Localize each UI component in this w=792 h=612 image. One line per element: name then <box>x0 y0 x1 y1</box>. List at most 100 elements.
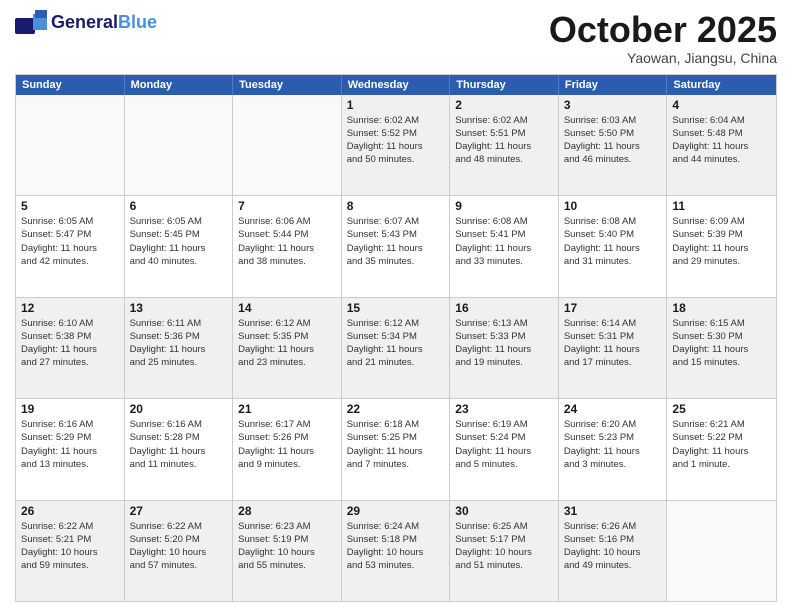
calendar-cell: 9 Sunrise: 6:08 AMSunset: 5:41 PMDaylight… <box>450 196 559 296</box>
calendar-cell: 17 Sunrise: 6:14 AMSunset: 5:31 PMDayligh… <box>559 298 668 398</box>
day-number: 23 <box>455 402 553 416</box>
calendar-cell: 1 Sunrise: 6:02 AMSunset: 5:52 PMDaylight… <box>342 95 451 195</box>
day-number: 30 <box>455 504 553 518</box>
logo-text-blue: Blue <box>118 12 157 32</box>
day-number: 5 <box>21 199 119 213</box>
day-info: Sunrise: 6:20 AMSunset: 5:23 PMDaylight:… <box>564 418 662 471</box>
calendar-week-row: 5 Sunrise: 6:05 AMSunset: 5:47 PMDaylight… <box>16 196 776 297</box>
calendar-header-day: Saturday <box>667 75 776 95</box>
calendar-week-row: 1 Sunrise: 6:02 AMSunset: 5:52 PMDaylight… <box>16 95 776 196</box>
day-number: 27 <box>130 504 228 518</box>
calendar-body: 1 Sunrise: 6:02 AMSunset: 5:52 PMDaylight… <box>16 95 776 601</box>
calendar-cell: 2 Sunrise: 6:02 AMSunset: 5:51 PMDaylight… <box>450 95 559 195</box>
calendar-cell: 22 Sunrise: 6:18 AMSunset: 5:25 PMDayligh… <box>342 399 451 499</box>
day-info: Sunrise: 6:02 AMSunset: 5:52 PMDaylight:… <box>347 114 445 167</box>
day-number: 20 <box>130 402 228 416</box>
calendar-cell: 27 Sunrise: 6:22 AMSunset: 5:20 PMDayligh… <box>125 501 234 601</box>
calendar-cell: 26 Sunrise: 6:22 AMSunset: 5:21 PMDayligh… <box>16 501 125 601</box>
day-number: 6 <box>130 199 228 213</box>
calendar-cell: 31 Sunrise: 6:26 AMSunset: 5:16 PMDayligh… <box>559 501 668 601</box>
day-info: Sunrise: 6:13 AMSunset: 5:33 PMDaylight:… <box>455 317 553 370</box>
month-title: October 2025 <box>549 10 777 50</box>
calendar-cell: 3 Sunrise: 6:03 AMSunset: 5:50 PMDaylight… <box>559 95 668 195</box>
page: GeneralBlue October 2025 Yaowan, Jiangsu… <box>0 0 792 612</box>
calendar-cell: 16 Sunrise: 6:13 AMSunset: 5:33 PMDayligh… <box>450 298 559 398</box>
day-number: 26 <box>21 504 119 518</box>
calendar-cell: 4Sunrise: 6:04 AMSunset: 5:48 PMDaylight… <box>667 95 776 195</box>
day-info: Sunrise: 6:08 AMSunset: 5:40 PMDaylight:… <box>564 215 662 268</box>
calendar-cell <box>667 501 776 601</box>
calendar-cell: 5 Sunrise: 6:05 AMSunset: 5:47 PMDaylight… <box>16 196 125 296</box>
calendar-header-day: Sunday <box>16 75 125 95</box>
day-info: Sunrise: 6:17 AMSunset: 5:26 PMDaylight:… <box>238 418 336 471</box>
logo-text: GeneralBlue <box>51 13 157 31</box>
day-number: 9 <box>455 199 553 213</box>
calendar-cell: 15 Sunrise: 6:12 AMSunset: 5:34 PMDayligh… <box>342 298 451 398</box>
calendar-week-row: 12Sunrise: 6:10 AMSunset: 5:38 PMDayligh… <box>16 298 776 399</box>
day-number: 14 <box>238 301 336 315</box>
day-number: 13 <box>130 301 228 315</box>
calendar-header-day: Tuesday <box>233 75 342 95</box>
calendar-cell: 14Sunrise: 6:12 AMSunset: 5:35 PMDayligh… <box>233 298 342 398</box>
day-info: Sunrise: 6:06 AMSunset: 5:44 PMDaylight:… <box>238 215 336 268</box>
day-info: Sunrise: 6:07 AMSunset: 5:43 PMDaylight:… <box>347 215 445 268</box>
calendar-cell: 24 Sunrise: 6:20 AMSunset: 5:23 PMDayligh… <box>559 399 668 499</box>
day-info: Sunrise: 6:19 AMSunset: 5:24 PMDaylight:… <box>455 418 553 471</box>
header: GeneralBlue October 2025 Yaowan, Jiangsu… <box>15 10 777 66</box>
calendar: SundayMondayTuesdayWednesdayThursdayFrid… <box>15 74 777 602</box>
location: Yaowan, Jiangsu, China <box>549 50 777 66</box>
calendar-cell: 11Sunrise: 6:09 AMSunset: 5:39 PMDayligh… <box>667 196 776 296</box>
day-number: 7 <box>238 199 336 213</box>
day-number: 15 <box>347 301 445 315</box>
day-number: 2 <box>455 98 553 112</box>
day-info: Sunrise: 6:08 AMSunset: 5:41 PMDaylight:… <box>455 215 553 268</box>
title-block: October 2025 Yaowan, Jiangsu, China <box>549 10 777 66</box>
day-number: 24 <box>564 402 662 416</box>
day-info: Sunrise: 6:05 AMSunset: 5:47 PMDaylight:… <box>21 215 119 268</box>
day-number: 31 <box>564 504 662 518</box>
calendar-cell: 13 Sunrise: 6:11 AMSunset: 5:36 PMDayligh… <box>125 298 234 398</box>
day-info: Sunrise: 6:10 AMSunset: 5:38 PMDaylight:… <box>21 317 119 370</box>
day-info: Sunrise: 6:02 AMSunset: 5:51 PMDaylight:… <box>455 114 553 167</box>
day-info: Sunrise: 6:21 AMSunset: 5:22 PMDaylight:… <box>672 418 771 471</box>
calendar-header: SundayMondayTuesdayWednesdayThursdayFrid… <box>16 75 776 95</box>
calendar-cell: 30 Sunrise: 6:25 AMSunset: 5:17 PMDayligh… <box>450 501 559 601</box>
day-number: 16 <box>455 301 553 315</box>
calendar-cell <box>16 95 125 195</box>
day-number: 19 <box>21 402 119 416</box>
calendar-cell: 7 Sunrise: 6:06 AMSunset: 5:44 PMDaylight… <box>233 196 342 296</box>
day-number: 17 <box>564 301 662 315</box>
day-number: 1 <box>347 98 445 112</box>
day-number: 22 <box>347 402 445 416</box>
calendar-cell: 18 Sunrise: 6:15 AMSunset: 5:30 PMDayligh… <box>667 298 776 398</box>
calendar-cell: 21 Sunrise: 6:17 AMSunset: 5:26 PMDayligh… <box>233 399 342 499</box>
day-info: Sunrise: 6:03 AMSunset: 5:50 PMDaylight:… <box>564 114 662 167</box>
day-info: Sunrise: 6:22 AMSunset: 5:21 PMDaylight:… <box>21 520 119 573</box>
day-info: Sunrise: 6:22 AMSunset: 5:20 PMDaylight:… <box>130 520 228 573</box>
day-number: 3 <box>564 98 662 112</box>
calendar-cell: 29Sunrise: 6:24 AMSunset: 5:18 PMDayligh… <box>342 501 451 601</box>
day-info: Sunrise: 6:11 AMSunset: 5:36 PMDaylight:… <box>130 317 228 370</box>
day-info: Sunrise: 6:15 AMSunset: 5:30 PMDaylight:… <box>672 317 771 370</box>
calendar-cell: 20 Sunrise: 6:16 AMSunset: 5:28 PMDayligh… <box>125 399 234 499</box>
day-info: Sunrise: 6:25 AMSunset: 5:17 PMDaylight:… <box>455 520 553 573</box>
calendar-header-day: Thursday <box>450 75 559 95</box>
calendar-cell: 19Sunrise: 6:16 AMSunset: 5:29 PMDayligh… <box>16 399 125 499</box>
day-info: Sunrise: 6:14 AMSunset: 5:31 PMDaylight:… <box>564 317 662 370</box>
calendar-cell: 28Sunrise: 6:23 AMSunset: 5:19 PMDayligh… <box>233 501 342 601</box>
day-info: Sunrise: 6:12 AMSunset: 5:34 PMDaylight:… <box>347 317 445 370</box>
day-number: 25 <box>672 402 771 416</box>
day-info: Sunrise: 6:16 AMSunset: 5:28 PMDaylight:… <box>130 418 228 471</box>
calendar-cell: 8Sunrise: 6:07 AMSunset: 5:43 PMDaylight… <box>342 196 451 296</box>
calendar-cell: 12Sunrise: 6:10 AMSunset: 5:38 PMDayligh… <box>16 298 125 398</box>
calendar-week-row: 26 Sunrise: 6:22 AMSunset: 5:21 PMDayligh… <box>16 501 776 601</box>
day-number: 21 <box>238 402 336 416</box>
calendar-cell: 6Sunrise: 6:05 AMSunset: 5:45 PMDaylight… <box>125 196 234 296</box>
calendar-cell: 25 Sunrise: 6:21 AMSunset: 5:22 PMDayligh… <box>667 399 776 499</box>
calendar-header-day: Friday <box>559 75 668 95</box>
day-info: Sunrise: 6:18 AMSunset: 5:25 PMDaylight:… <box>347 418 445 471</box>
day-info: Sunrise: 6:26 AMSunset: 5:16 PMDaylight:… <box>564 520 662 573</box>
calendar-cell: 23 Sunrise: 6:19 AMSunset: 5:24 PMDayligh… <box>450 399 559 499</box>
day-number: 18 <box>672 301 771 315</box>
logo-icon <box>15 10 47 34</box>
